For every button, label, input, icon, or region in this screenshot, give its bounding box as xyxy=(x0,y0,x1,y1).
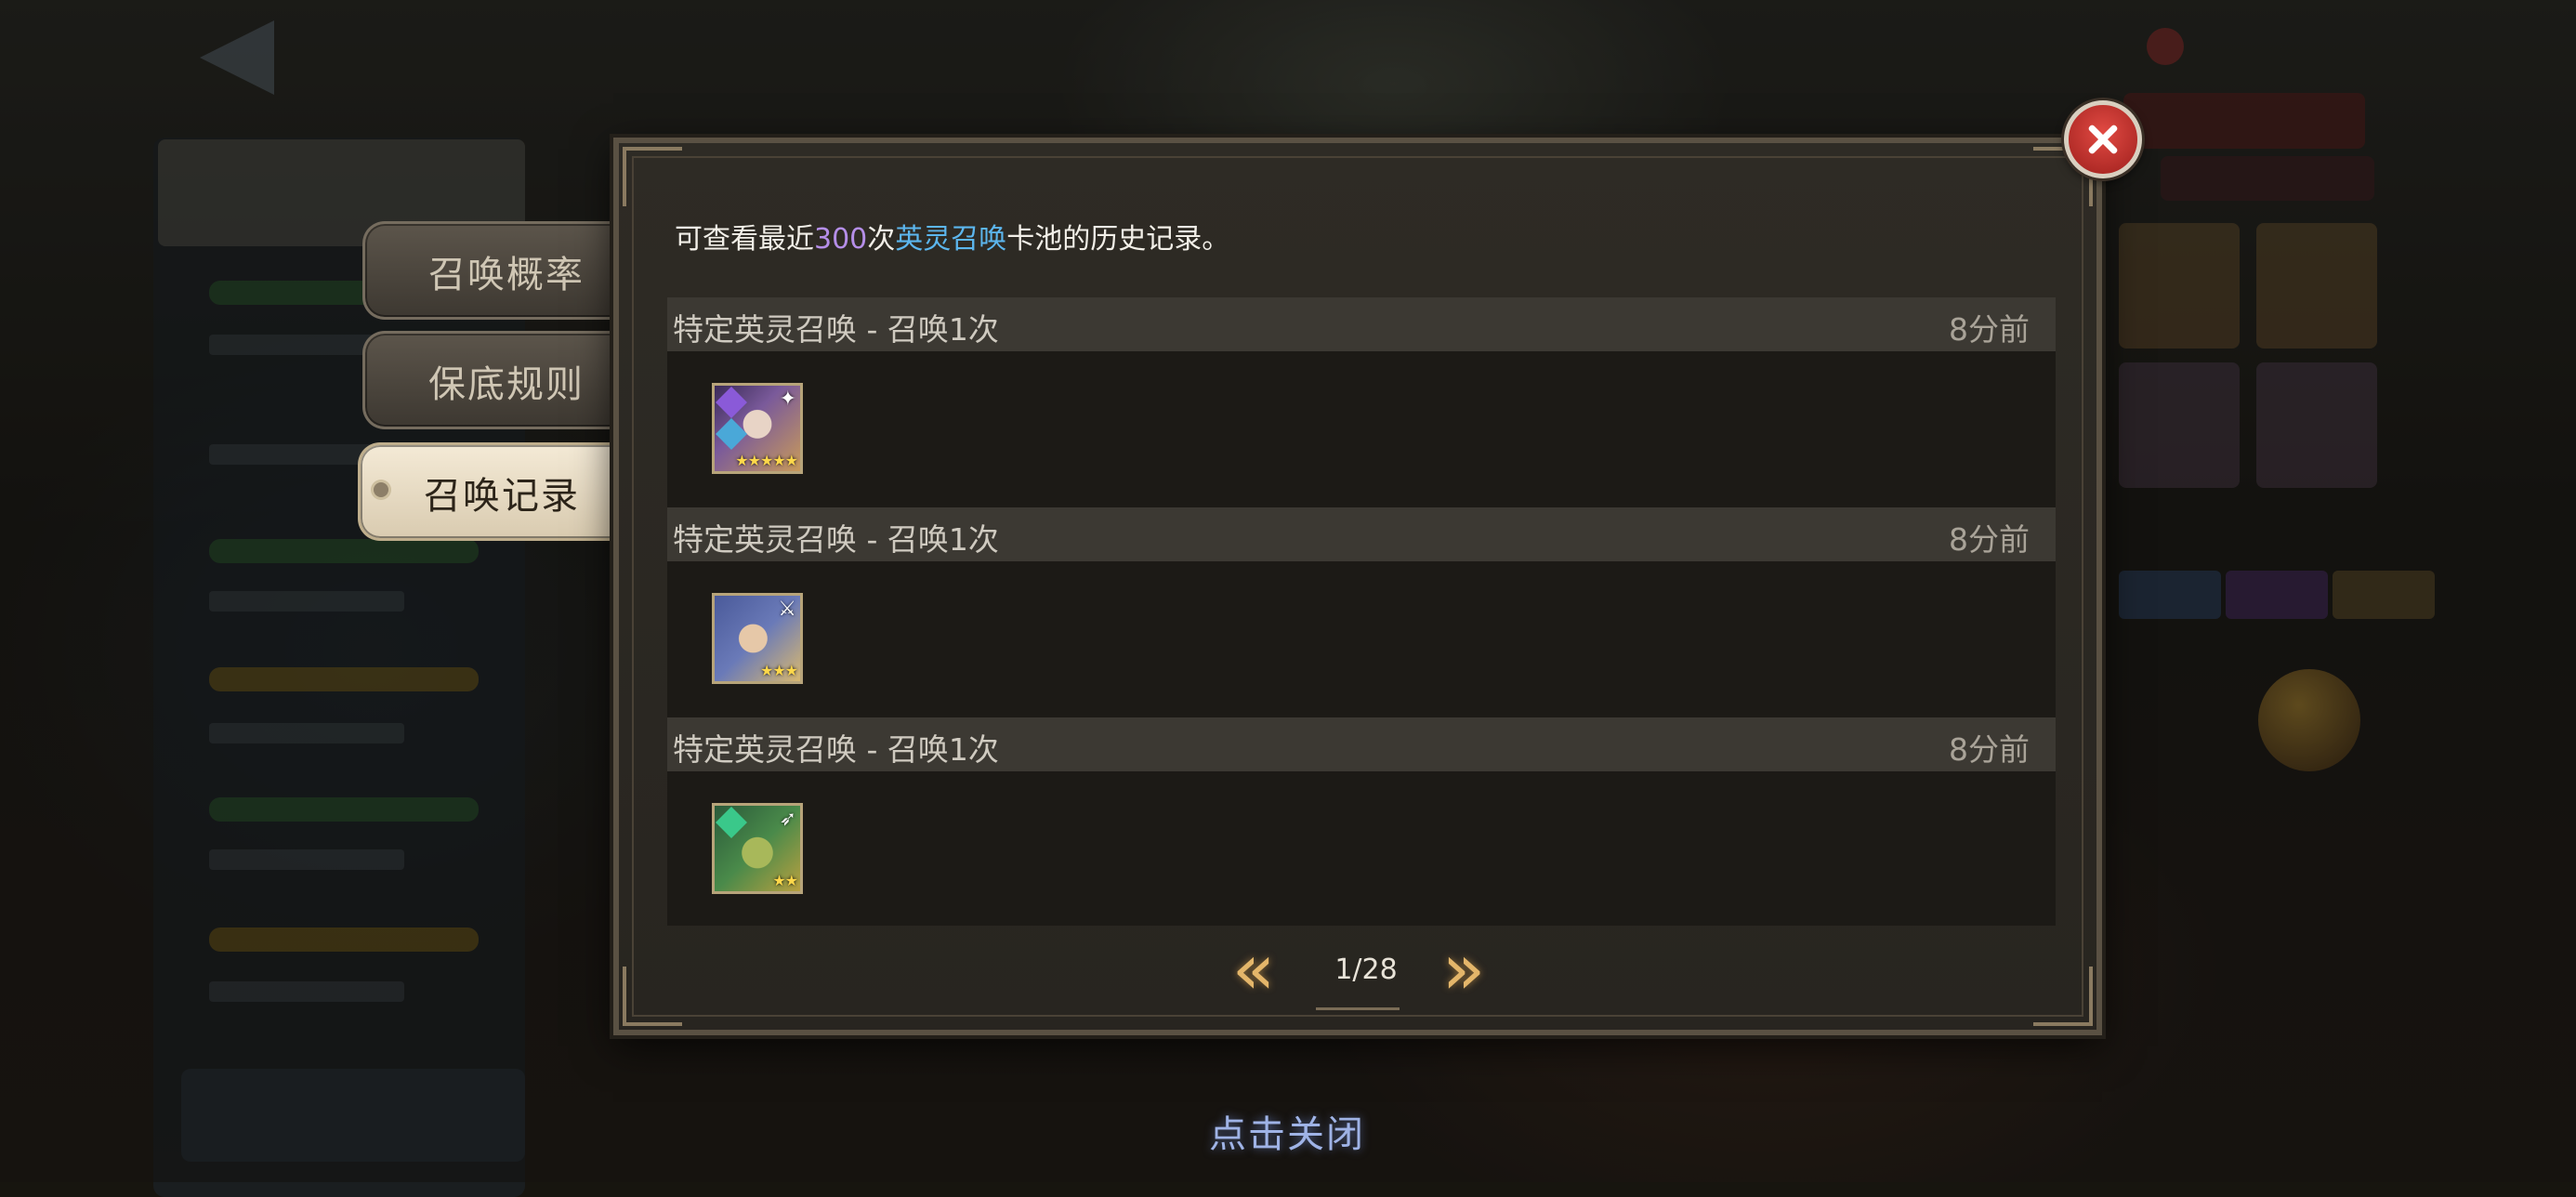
record-time: 8分前 xyxy=(1949,731,2030,768)
frame-corner-ornament xyxy=(623,967,682,1026)
list-item: 特定英灵召唤 - 召唤1次 8分前 ➶ ★★ xyxy=(667,717,2056,927)
record-header: 特定英灵召唤 - 召唤1次 8分前 xyxy=(667,507,2056,561)
list-item: 特定英灵召唤 - 召唤1次 8分前 ✦ ★★★★★ xyxy=(667,297,2056,507)
tab-label: 召唤记录 xyxy=(424,475,580,518)
tab-label: 召唤概率 xyxy=(428,254,585,296)
frame-corner-ornament xyxy=(2033,967,2093,1026)
element-badge-icon xyxy=(716,807,747,838)
list-item: 特定英灵召唤 - 召唤1次 8分前 ⚔ ★★★ xyxy=(667,507,2056,717)
pool-name: 英灵召唤 xyxy=(895,223,1007,256)
active-dot-icon xyxy=(374,482,388,497)
element-badge-icon xyxy=(716,387,747,418)
hero-portrait-icon[interactable]: ✦ ★★★★★ xyxy=(712,383,803,474)
record-header: 特定英灵召唤 - 召唤1次 8分前 xyxy=(667,297,2056,351)
record-header: 特定英灵召唤 - 召唤1次 8分前 xyxy=(667,717,2056,771)
star-rating: ★★★★★ xyxy=(735,452,798,469)
tab-pity-rules[interactable]: 保底规则 xyxy=(362,331,635,429)
record-list[interactable]: 特定英灵召唤 - 召唤1次 8分前 ✦ ★★★★★ 特定英灵召唤 - 召唤1次 … xyxy=(667,297,2056,926)
history-description: 可查看最近300次英灵召唤卡池的历史记录。 xyxy=(675,216,1229,256)
double-chevron-right-icon[interactable]: » xyxy=(1431,934,1496,1006)
record-title: 特定英灵召唤 - 召唤1次 xyxy=(673,311,999,348)
bow-icon: ➶ xyxy=(779,808,796,831)
tab-summon-probability[interactable]: 召唤概率 xyxy=(362,221,635,320)
hero-portrait-icon[interactable]: ➶ ★★ xyxy=(712,803,803,894)
staff-icon: ✦ xyxy=(779,388,796,411)
record-count: 300 xyxy=(814,223,868,256)
class-badge-icon xyxy=(716,418,747,450)
star-rating: ★★★ xyxy=(759,662,798,679)
record-time: 8分前 xyxy=(1949,311,2030,348)
record-title: 特定英灵召唤 - 召唤1次 xyxy=(673,731,999,768)
description-suffix: 卡池的历史记录。 xyxy=(1006,223,1230,256)
description-mid: 次 xyxy=(867,223,896,256)
frame-bottom-ornament xyxy=(1316,1007,1400,1010)
tab-label: 保底规则 xyxy=(428,363,585,406)
frame-corner-ornament xyxy=(623,147,682,206)
tap-to-close-hint[interactable]: 点击关闭 xyxy=(1199,1104,1375,1158)
description-prefix: 可查看最近 xyxy=(675,223,814,256)
record-time: 8分前 xyxy=(1949,521,2030,558)
page-indicator: 1/28 xyxy=(1334,954,1398,986)
hero-portrait-icon[interactable]: ⚔ ★★★ xyxy=(712,593,803,684)
record-title: 特定英灵召唤 - 召唤1次 xyxy=(673,521,999,558)
double-chevron-left-icon[interactable]: « xyxy=(1221,934,1286,1006)
tab-summon-history[interactable]: 召唤记录 xyxy=(358,442,630,541)
star-rating: ★★ xyxy=(772,872,798,889)
sword-icon: ⚔ xyxy=(778,598,796,621)
close-button[interactable] xyxy=(2064,100,2142,178)
